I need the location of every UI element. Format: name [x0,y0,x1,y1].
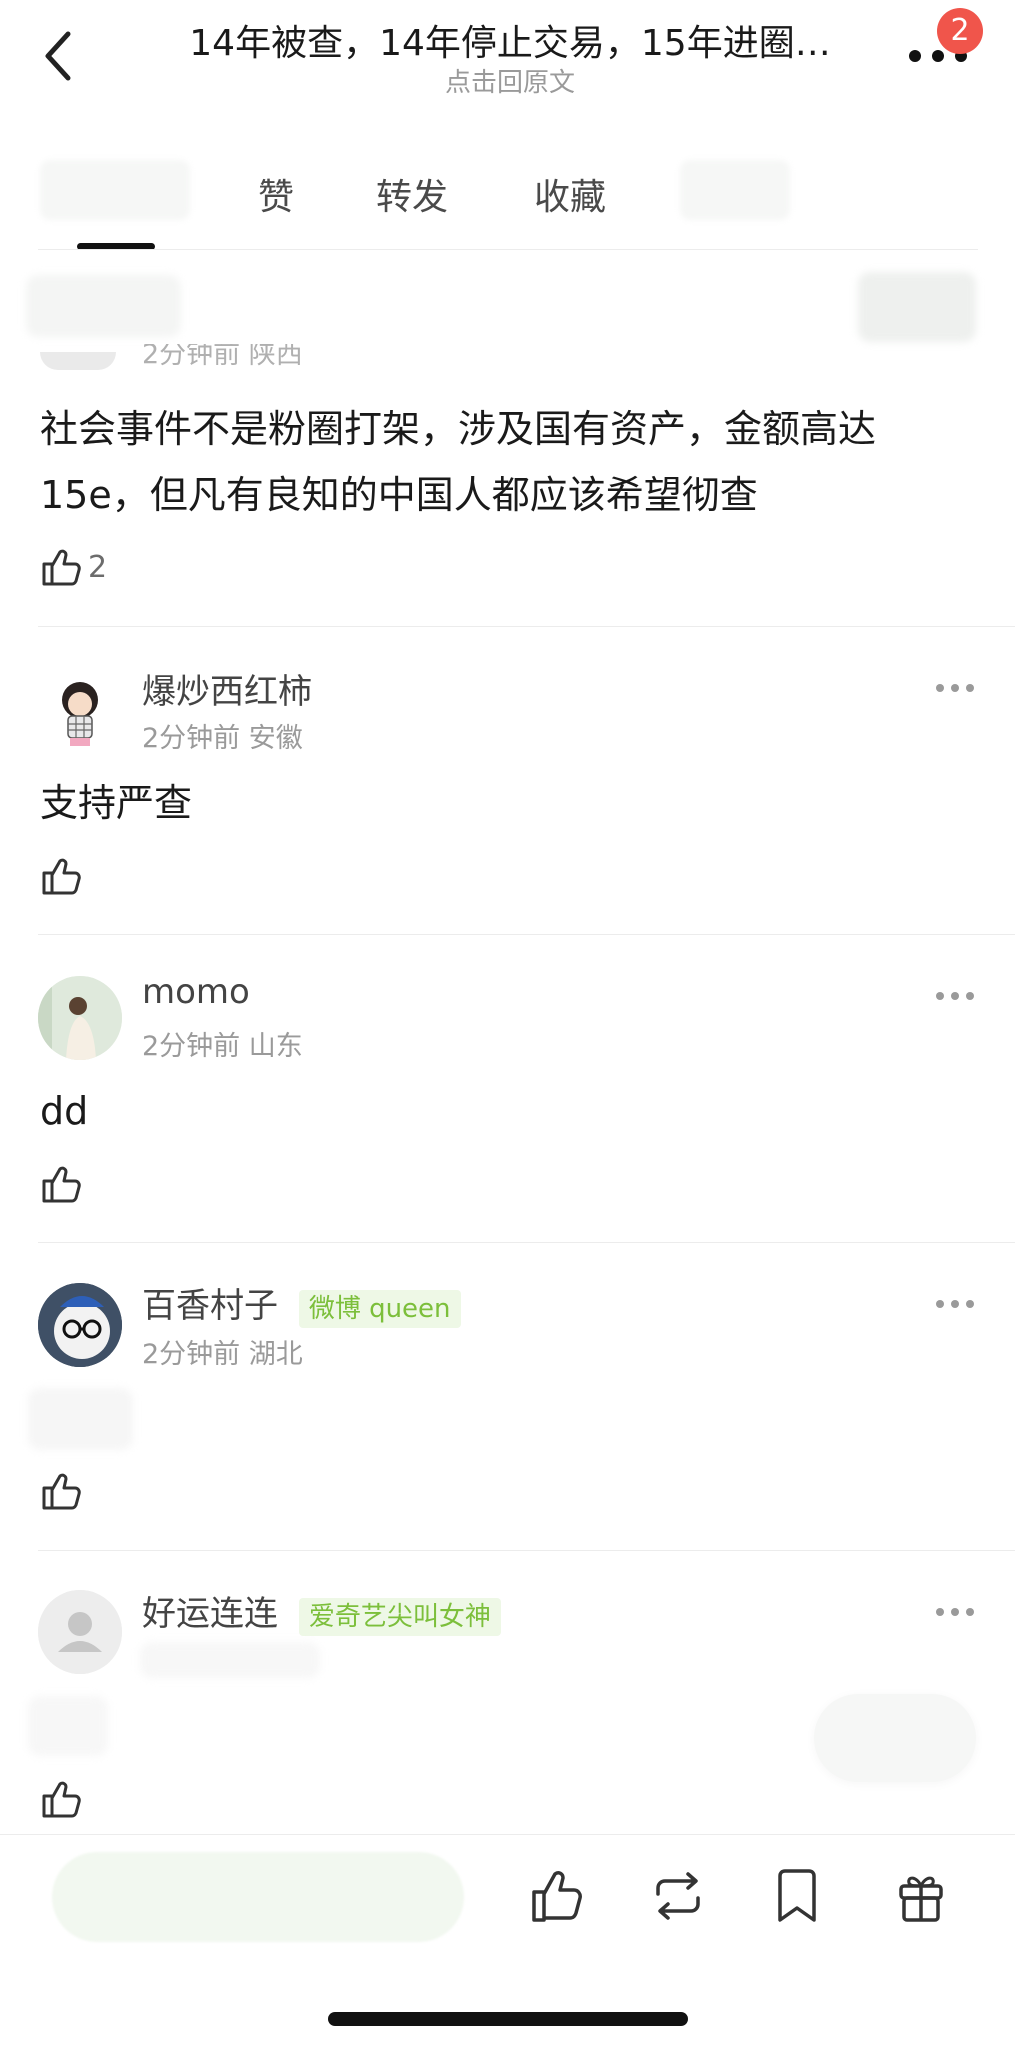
comment-username-text[interactable]: 好运连连 [142,1594,278,1634]
home-indicator [328,2012,688,2026]
tabs-divider [38,249,978,250]
thumbs-up-icon [42,858,81,895]
comment-divider [38,934,1015,935]
thumbs-up-icon [42,1166,81,1203]
avatar[interactable] [38,1283,122,1367]
comment-meta-blurred [140,1642,320,1678]
comment-more-button[interactable] [934,1602,976,1622]
comment-more-button[interactable] [934,1294,976,1314]
tab-favorites[interactable]: 收藏 [534,168,606,220]
comment-meta: 2分钟前 安徽 [142,716,303,755]
comment-text: dd [40,1089,89,1133]
back-arrow-icon [45,31,71,81]
comment-time: 2分钟前 [142,1031,241,1062]
comment-text-blurred [28,1388,133,1450]
comment-like-button[interactable] [40,1470,82,1512]
floating-action-button[interactable] [814,1694,976,1782]
repost-button[interactable] [650,1868,702,1924]
first-comment-text-line2: 15e，但凡有良知的中国人都应该希望彻查 [40,473,758,517]
first-comment-text-line1: 社会事件不是粉圈打架，涉及国有资产，金额高达 [40,407,877,451]
comment-like-button[interactable] [40,1163,82,1205]
more-dots-icon [936,684,974,692]
avatar-placeholder-icon [38,1590,122,1674]
tab-likes[interactable]: 赞 [258,168,294,220]
first-comment-like-count: 2 [88,550,108,585]
bookmark-icon [778,1869,816,1922]
more-dots-icon [936,1608,974,1616]
comment-like-button[interactable] [40,1778,82,1820]
avatar[interactable] [38,670,122,754]
avatar[interactable] [38,1590,122,1674]
comment-like-button[interactable] [40,855,82,897]
thumbs-up-icon [532,1871,582,1922]
comment-username[interactable]: 爆炒西红柿 [142,664,312,713]
comment-divider [38,1242,1015,1243]
comment-username[interactable]: 百香村子 微博 queen [142,1278,461,1328]
first-comment-meta: 2分钟前 陕西 [142,344,303,370]
tab-reposts[interactable]: 转发 [376,168,448,220]
first-comment-like-button[interactable] [40,546,82,588]
comment-location: 山东 [248,1031,303,1062]
bottom-bar-divider [0,1834,1015,1835]
more-dots-icon [936,1300,974,1308]
comment-meta: 2分钟前 湖北 [142,1332,303,1371]
sort-label-blurred [26,275,181,337]
thumbs-up-icon [42,1473,81,1510]
repost-icon [656,1872,700,1920]
comment-time: 2分钟前 [142,723,241,754]
comment-location: 湖北 [248,1339,303,1370]
tab-blurred-right[interactable] [680,160,790,220]
comment-divider [38,626,1015,627]
bear-with-glasses-avatar-icon [38,1283,122,1367]
sort-toggle-blurred[interactable] [858,272,976,342]
comment-username[interactable]: momo [142,972,250,1012]
notification-badge: 2 [937,8,983,54]
photo-avatar-icon [38,976,122,1060]
page-title[interactable]: 14年被查，14年停止交易，15年进圈… [160,14,860,66]
user-tag-badge[interactable]: 爱奇艺尖叫女神 [298,1598,501,1636]
comment-meta: 2分钟前 山东 [142,1024,303,1063]
comment-text-blurred [28,1696,108,1756]
comment-more-button[interactable] [934,678,976,698]
first-comment-avatar-partial[interactable] [40,352,116,370]
comment-divider [38,1550,1015,1551]
tab-comments-blurred[interactable] [40,160,190,220]
thumbs-up-icon [42,549,81,586]
bookmark-button[interactable] [774,1868,826,1924]
comment-text: 支持严查 [40,781,193,825]
more-dots-icon [936,992,974,1000]
comment-input[interactable] [52,1852,464,1942]
back-to-original-link[interactable]: 点击回原文 [160,62,860,99]
thumbs-up-icon [42,1781,81,1818]
comment-username[interactable]: 好运连连 爱奇艺尖叫女神 [142,1586,501,1636]
avatar[interactable] [38,976,122,1060]
comment-location: 安徽 [248,723,303,754]
comment-time: 2分钟前 [142,1339,241,1370]
comment-more-button[interactable] [934,986,976,1006]
user-tag-badge[interactable]: 微博 queen [298,1290,461,1328]
back-button[interactable] [36,24,84,88]
gift-icon [899,1876,943,1922]
cartoon-girl-avatar-icon [62,682,98,746]
comment-username-text[interactable]: 百香村子 [142,1286,278,1326]
like-post-button[interactable] [530,1868,582,1924]
gift-button[interactable] [896,1868,948,1924]
